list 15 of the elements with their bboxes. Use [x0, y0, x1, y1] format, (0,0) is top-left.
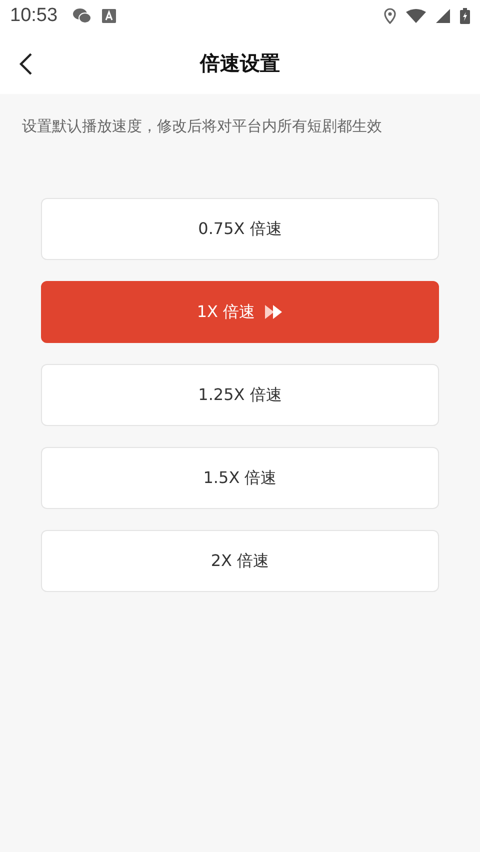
battery-icon: [460, 8, 470, 24]
fast-forward-icon: [265, 305, 284, 319]
keyboard-app-icon: [102, 9, 116, 23]
description-text: 设置默认播放速度，修改后将对平台内所有短剧都生效: [22, 116, 383, 137]
wifi-icon: [406, 9, 426, 23]
speed-option[interactable]: 0.75X 倍速: [41, 198, 439, 260]
speed-option[interactable]: 2X 倍速: [41, 530, 439, 592]
page-title: 倍速设置: [200, 50, 280, 76]
chat-app-icon: [72, 8, 92, 24]
speed-option[interactable]: 1.25X 倍速: [41, 364, 439, 426]
status-time: 10:53: [10, 5, 58, 27]
signal-icon: [436, 9, 450, 23]
location-icon: [384, 8, 396, 24]
speed-option[interactable]: 1.5X 倍速: [41, 447, 439, 509]
speed-option[interactable]: 1X 倍速: [41, 281, 439, 343]
